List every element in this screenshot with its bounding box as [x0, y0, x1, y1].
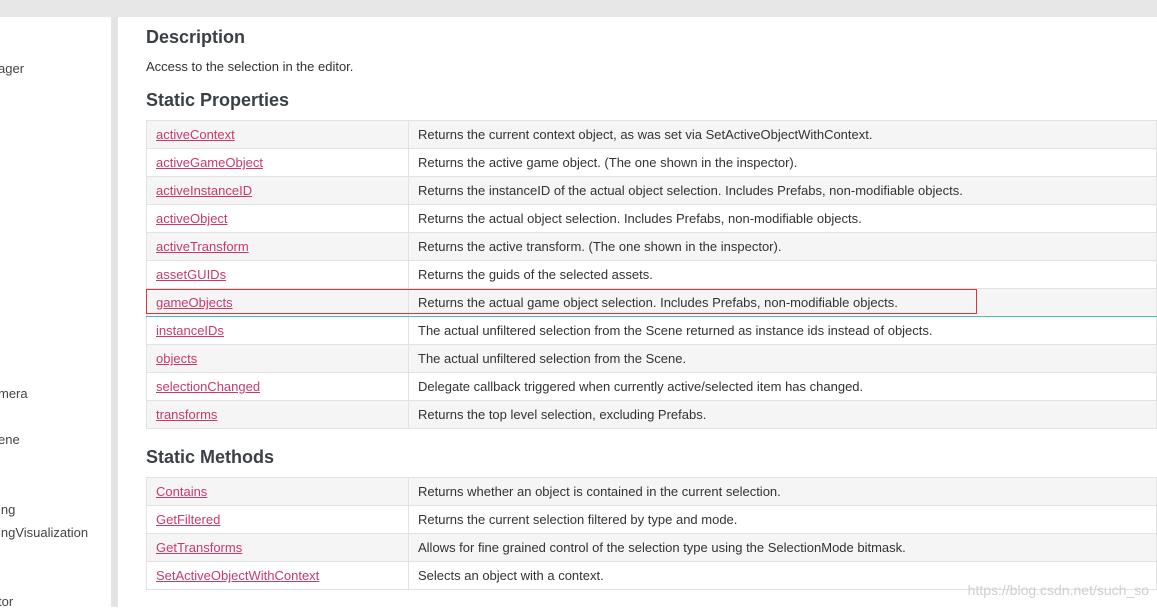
table-row: activeObject Returns the actual object se…	[146, 204, 1157, 233]
table-row: assetGUIDs Returns the guids of the selec…	[146, 260, 1157, 289]
sidebar: ager mera ene ing ingVisualization tor	[0, 17, 111, 609]
description-heading: Description	[146, 27, 246, 47]
method-name-cell: Contains	[146, 477, 409, 506]
method-link[interactable]: GetFiltered	[156, 512, 220, 527]
property-link[interactable]: activeObject	[156, 211, 228, 226]
property-desc: Delegate callback triggered when current…	[408, 372, 1157, 401]
property-name-cell: selectionChanged	[146, 372, 409, 401]
method-link[interactable]: SetActiveObjectWithContext	[156, 568, 319, 583]
table-row: GetTransforms Allows for fine grained con…	[146, 533, 1157, 562]
table-row: transforms Returns the top level selectio…	[146, 400, 1157, 429]
method-link[interactable]: Contains	[156, 484, 207, 499]
table-row: activeTransform Returns the active transf…	[146, 232, 1157, 261]
static-methods-table: Contains Returns whether an object is con…	[146, 477, 1157, 590]
description-text: Access to the selection in the editor.	[146, 59, 354, 74]
table-row-highlighted: gameObjects Returns the actual game objec…	[146, 288, 1157, 317]
property-name-cell: activeGameObject	[146, 148, 409, 177]
property-link[interactable]: objects	[156, 351, 197, 366]
table-row: Contains Returns whether an object is con…	[146, 477, 1157, 506]
property-link[interactable]: activeContext	[156, 127, 235, 142]
table-row: objects The actual unfiltered selection f…	[146, 344, 1157, 373]
method-name-cell: GetFiltered	[146, 505, 409, 534]
property-desc: Returns the actual game object selection…	[408, 288, 1157, 317]
table-row: selectionChanged Delegate callback trigge…	[146, 372, 1157, 401]
property-desc: Returns the current context object, as w…	[408, 120, 1157, 149]
property-desc: Returns the active game object. (The one…	[408, 148, 1157, 177]
property-link[interactable]: gameObjects	[156, 295, 233, 310]
static-properties-heading: Static Properties	[146, 90, 290, 110]
method-desc: Returns whether an object is contained i…	[408, 477, 1157, 506]
property-name-cell: instanceIDs	[146, 316, 409, 345]
sidebar-item[interactable]: ene	[0, 432, 20, 447]
sidebar-divider[interactable]	[111, 17, 118, 607]
top-bar	[0, 0, 1157, 17]
method-desc: Returns the current selection filtered b…	[408, 505, 1157, 534]
sidebar-item[interactable]: ager	[0, 61, 24, 76]
property-desc: Returns the instanceID of the actual obj…	[408, 176, 1157, 205]
property-link[interactable]: instanceIDs	[156, 323, 224, 338]
property-name-cell: activeObject	[146, 204, 409, 233]
property-link[interactable]: assetGUIDs	[156, 267, 226, 282]
method-link[interactable]: GetTransforms	[156, 540, 242, 555]
property-desc: The actual unfiltered selection from the…	[408, 344, 1157, 373]
property-desc: The actual unfiltered selection from the…	[408, 316, 1157, 345]
property-link[interactable]: activeTransform	[156, 239, 249, 254]
property-name-cell: activeContext	[146, 120, 409, 149]
table-row: instanceIDs The actual unfiltered selecti…	[146, 316, 1157, 345]
table-row: activeGameObject Returns the active game …	[146, 148, 1157, 177]
property-desc: Returns the actual object selection. Inc…	[408, 204, 1157, 233]
property-desc: Returns the guids of the selected assets…	[408, 260, 1157, 289]
property-name-cell: transforms	[146, 400, 409, 429]
table-row: GetFiltered Returns the current selection…	[146, 505, 1157, 534]
property-desc: Returns the active transform. (The one s…	[408, 232, 1157, 261]
sidebar-item[interactable]: ingVisualization	[0, 525, 88, 540]
method-name-cell: GetTransforms	[146, 533, 409, 562]
property-link[interactable]: activeInstanceID	[156, 183, 252, 198]
table-row: activeContext Returns the current context…	[146, 120, 1157, 149]
property-desc: Returns the top level selection, excludi…	[408, 400, 1157, 429]
static-properties-table: activeContext Returns the current context…	[146, 120, 1157, 429]
property-name-cell: activeInstanceID	[146, 176, 409, 205]
sidebar-item[interactable]: mera	[0, 386, 28, 401]
property-name-cell: gameObjects	[146, 288, 409, 317]
property-link[interactable]: activeGameObject	[156, 155, 263, 170]
static-methods-heading: Static Methods	[146, 447, 275, 467]
property-name-cell: activeTransform	[146, 232, 409, 261]
property-name-cell: objects	[146, 344, 409, 373]
sidebar-item[interactable]: ing	[0, 502, 15, 517]
property-link[interactable]: transforms	[156, 407, 217, 422]
property-name-cell: assetGUIDs	[146, 260, 409, 289]
table-row: activeInstanceID Returns the instanceID o…	[146, 176, 1157, 205]
property-link[interactable]: selectionChanged	[156, 379, 260, 394]
method-name-cell: SetActiveObjectWithContext	[146, 561, 409, 590]
method-desc: Allows for fine grained control of the s…	[408, 533, 1157, 562]
watermark: https://blog.csdn.net/such_so	[967, 582, 1149, 598]
